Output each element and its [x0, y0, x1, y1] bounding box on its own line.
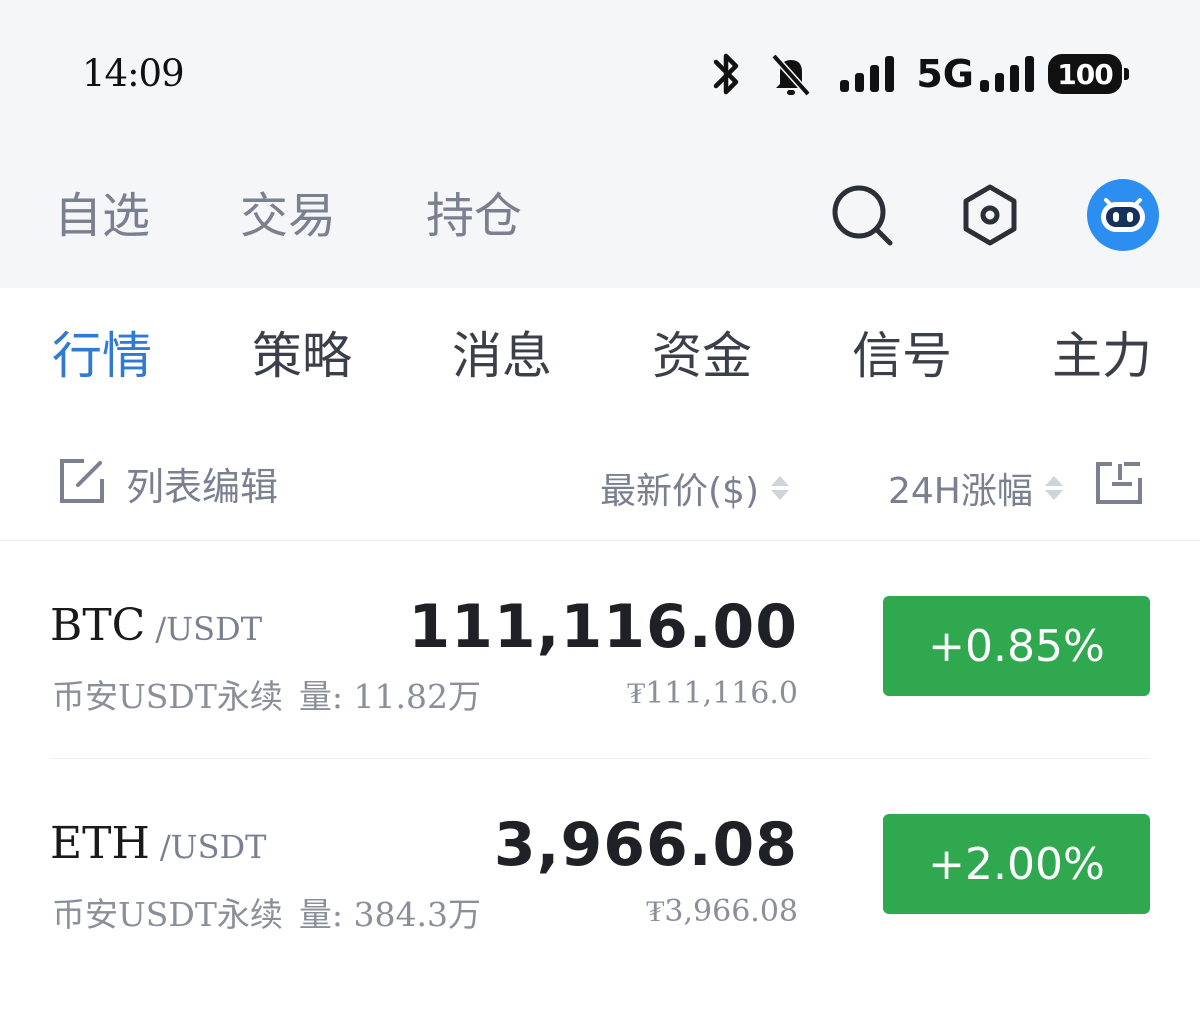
ticker-symbol: BTC/USDT	[50, 600, 262, 651]
battery-level: 100	[1057, 57, 1113, 91]
exchange-label: 币安USDT永续	[52, 677, 283, 716]
tab-trade[interactable]: 交易	[240, 186, 336, 246]
mute-bell-icon	[768, 50, 814, 98]
last-price: 3,966.08	[493, 810, 798, 880]
symbol-quote: /USDT	[159, 828, 267, 866]
symbol-quote: /USDT	[155, 610, 263, 648]
share-icon[interactable]	[1094, 456, 1144, 510]
symbol-base: BTC	[50, 600, 146, 651]
price-alt: ₮111,116.0	[626, 676, 798, 711]
robot-avatar-icon[interactable]	[1086, 178, 1160, 252]
sub-tabs: 行情 策略 消息 资金 信号 主力	[52, 324, 1152, 388]
tab-market[interactable]: 行情	[52, 324, 152, 388]
main-nav: 自选 交易 持仓	[54, 186, 612, 246]
status-time: 14:09	[82, 52, 185, 95]
list-header: 列表编辑 最新价($) 24H涨幅	[0, 448, 1200, 518]
sort-by-change[interactable]: 24H涨幅	[888, 462, 1063, 514]
exchange-label: 币安USDT永续	[52, 895, 283, 934]
ticker-symbol: ETH/USDT	[50, 818, 267, 869]
row-divider	[50, 758, 1150, 759]
change-badge[interactable]: +0.85%	[883, 596, 1150, 696]
list-edit-button[interactable]: 列表编辑	[56, 456, 278, 511]
tab-news[interactable]: 消息	[452, 324, 552, 388]
ticker-meta: 币安USDT永续 量: 11.82万	[52, 670, 481, 718]
bluetooth-icon	[706, 50, 746, 98]
search-icon[interactable]	[830, 183, 894, 247]
change-col-label: 24H涨幅	[888, 471, 1033, 512]
ticker-meta: 币安USDT永续 量: 384.3万	[52, 888, 481, 936]
last-price: 111,116.00	[408, 592, 798, 662]
volume-label: 量: 11.82万	[298, 677, 481, 716]
change-badge[interactable]: +2.00%	[883, 814, 1150, 914]
tab-watchlist[interactable]: 自选	[54, 186, 150, 246]
battery-icon: 100	[1048, 54, 1129, 94]
tab-signals[interactable]: 信号	[852, 324, 952, 388]
edit-icon	[56, 457, 106, 511]
list-divider	[0, 540, 1200, 541]
sort-arrows-icon	[771, 476, 789, 500]
status-indicators: 5G 100	[706, 48, 1129, 100]
tab-positions[interactable]: 持仓	[426, 186, 522, 246]
price-alt: ₮3,966.08	[646, 894, 798, 929]
settings-hex-icon[interactable]	[958, 183, 1022, 247]
signal-icon	[840, 54, 898, 94]
sort-arrows-icon	[1044, 476, 1063, 500]
tab-funds[interactable]: 资金	[652, 324, 752, 388]
top-header: 14:09 5G 100 自选 交易 持仓	[0, 0, 1200, 288]
volume-label: 量: 384.3万	[298, 895, 481, 934]
ticker-row-eth[interactable]: ETH/USDT 币安USDT永续 量: 384.3万 3,966.08 ₮3,9…	[0, 810, 1200, 1018]
price-col-label: 最新价($)	[600, 471, 759, 512]
ticker-row-btc[interactable]: BTC/USDT 币安USDT永续 量: 11.82万 111,116.00 ₮1…	[0, 592, 1200, 800]
network-type: 5G	[916, 52, 974, 96]
tab-strategy[interactable]: 策略	[252, 324, 352, 388]
symbol-base: ETH	[50, 818, 150, 869]
signal-icon-secondary	[980, 54, 1038, 94]
tab-whales[interactable]: 主力	[1052, 324, 1152, 388]
list-edit-label: 列表编辑	[126, 465, 279, 509]
nav-actions	[766, 178, 1160, 252]
sort-by-price[interactable]: 最新价($)	[600, 462, 789, 514]
